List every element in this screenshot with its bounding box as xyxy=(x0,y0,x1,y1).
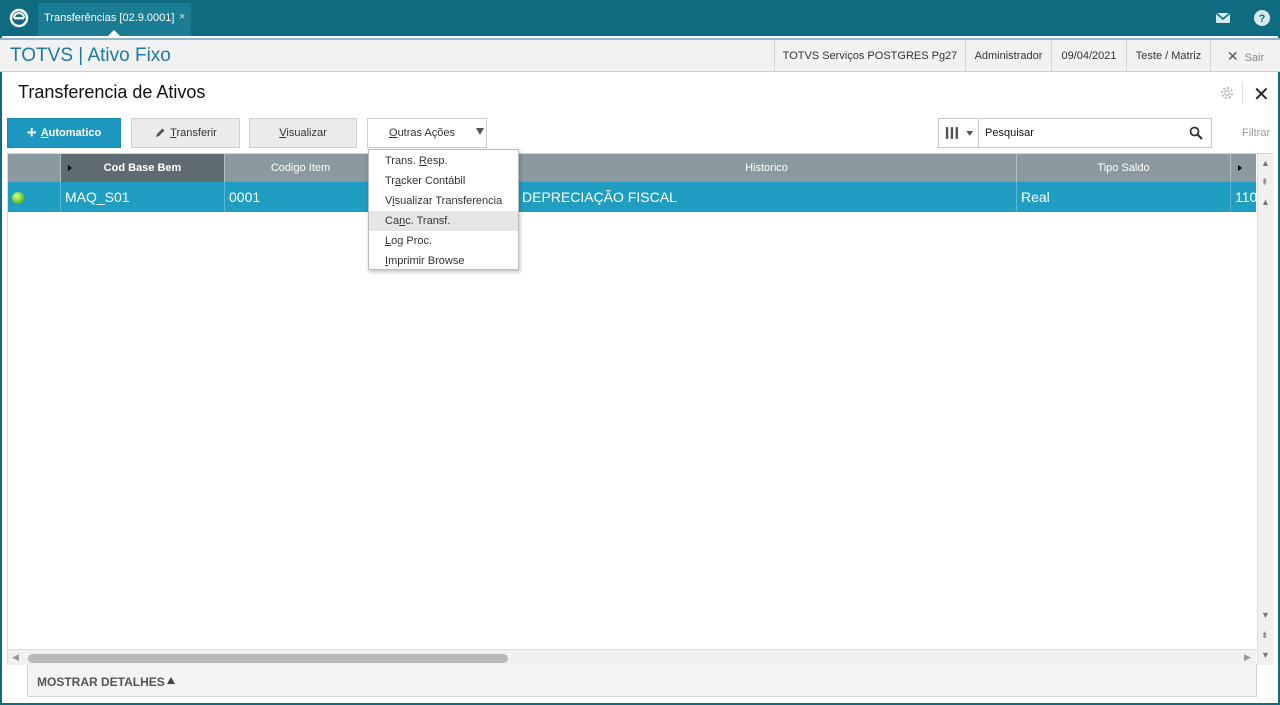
scroll-bottom-icon[interactable]: ▼ xyxy=(1261,650,1270,660)
horizontal-scrollbar[interactable]: ◀ ▶ xyxy=(8,649,1256,665)
columns-icon[interactable] xyxy=(939,119,979,147)
svg-text:?: ? xyxy=(1259,13,1266,25)
label-part: isualizar xyxy=(286,127,327,139)
menu-item[interactable]: Imprimir Browse xyxy=(369,251,518,271)
automatic-button[interactable]: + Automatico xyxy=(7,118,121,148)
mail-icon[interactable] xyxy=(1211,6,1235,30)
menu-item-label: c. Transf. xyxy=(405,215,451,227)
window-frame-left xyxy=(0,36,2,705)
horizontal-scroll-thumb[interactable] xyxy=(28,654,508,663)
menu-item-label: og Proc. xyxy=(391,235,433,247)
transfer-label: Transferir xyxy=(170,127,217,139)
status-cell xyxy=(8,182,61,212)
caret-down-icon xyxy=(476,128,484,135)
user-info: Administrador xyxy=(965,40,1051,72)
scroll-down-icon[interactable]: ▼ xyxy=(1261,610,1270,620)
tab-active-indicator xyxy=(108,30,120,36)
view-button[interactable]: Visualizar xyxy=(249,118,357,148)
close-icon[interactable]: ✕ xyxy=(1253,82,1270,107)
menu-item-label: esp. xyxy=(426,155,448,167)
exit-icon: ✕ xyxy=(1226,48,1239,64)
tab-close-icon[interactable]: × xyxy=(179,11,185,23)
gear-icon[interactable] xyxy=(1219,85,1235,101)
app-title: TOTVS | Ativo Fixo xyxy=(10,45,171,66)
menu-item-label: sualizar Transferencia xyxy=(394,195,503,207)
pencil-icon xyxy=(156,128,165,137)
sort-indicator-icon xyxy=(68,165,72,171)
top-bar: Transferências [02.9.0001] × ? xyxy=(0,0,1280,36)
menu-item[interactable]: Log Proc. xyxy=(369,231,518,251)
grid-header: Cod Base Bem Codigo Item Historico Tipo … xyxy=(8,154,1256,182)
date-info: 09/04/2021 xyxy=(1051,40,1126,72)
totvs-logo-icon[interactable] xyxy=(8,7,30,29)
cell-cod-base-bem: MAQ_S01 xyxy=(61,182,225,212)
scroll-page-down-icon[interactable]: ⇟ xyxy=(1261,630,1269,641)
tab-label: Transferências [02.9.0001] xyxy=(44,12,175,24)
page-title: Transferencia de Ativos xyxy=(18,82,206,102)
automatic-label: Automatico xyxy=(41,127,102,139)
column-label: Cod Base Bem xyxy=(103,162,182,174)
branch-info: Teste / Matriz xyxy=(1126,40,1210,72)
details-label: MOSTRAR DETALHES xyxy=(37,675,165,689)
transfer-button[interactable]: Transferir xyxy=(131,118,240,148)
more-actions-dropdown[interactable]: Outras Ações xyxy=(367,118,487,148)
cell-codigo-item: 0001 xyxy=(225,182,377,212)
exit-button[interactable]: ✕ Sair xyxy=(1210,40,1280,72)
menu-item[interactable]: Tracker Contábil xyxy=(369,171,518,191)
column-label: Tipo Saldo xyxy=(1097,162,1150,174)
caret-up-icon xyxy=(167,677,175,684)
scroll-right-arrow-icon[interactable]: ▶ xyxy=(1244,652,1251,663)
header-codigo-item[interactable]: Codigo Item xyxy=(225,154,377,182)
scroll-left-icon[interactable]: ◀ xyxy=(12,652,19,663)
menu-item-label: Tr xyxy=(385,175,395,187)
details-panel-toggle[interactable]: MOSTRAR DETALHES xyxy=(27,665,1257,697)
column-label: Codigo Item xyxy=(270,162,331,174)
header-cod-base-bem[interactable]: Cod Base Bem xyxy=(61,154,225,182)
menu-item-label: Trans. xyxy=(385,155,419,167)
menu-item-accelerator: R xyxy=(418,155,427,167)
automatic-label-rest: utomatico xyxy=(48,127,102,139)
scroll-up-icon[interactable]: ▲ xyxy=(1261,197,1270,207)
column-label: Historico xyxy=(745,162,788,174)
title-separator xyxy=(1242,82,1243,104)
data-grid: Cod Base Bem Codigo Item Historico Tipo … xyxy=(7,153,1273,665)
menu-item[interactable]: Canc. Transf. xyxy=(369,211,518,231)
menu-item[interactable]: Trans. Resp. xyxy=(369,151,518,171)
scroll-page-up-icon[interactable]: ⇞ xyxy=(1261,177,1269,188)
header-next-column[interactable] xyxy=(1231,154,1256,182)
app-header: TOTVS | Ativo Fixo TOTVS Serviços POSTGR… xyxy=(0,38,1280,72)
header-status-column xyxy=(8,154,61,182)
label-accelerator: O xyxy=(389,127,398,139)
menu-item-label: mprimir Browse xyxy=(388,255,465,267)
search-box xyxy=(938,118,1212,148)
search-icon[interactable] xyxy=(1189,126,1203,140)
filter-link[interactable]: Filtrar xyxy=(1242,127,1270,139)
scroll-top-icon[interactable]: ▲ xyxy=(1261,158,1270,168)
exit-label: Sair xyxy=(1244,52,1265,64)
scroll-right-icon xyxy=(1238,165,1242,171)
plus-icon: + xyxy=(26,123,37,142)
help-icon[interactable]: ? xyxy=(1250,6,1274,30)
environment-info: TOTVS Serviços POSTGRES Pg27 xyxy=(774,40,965,72)
search-input[interactable] xyxy=(985,125,1185,141)
status-indicator-icon xyxy=(12,192,24,204)
view-label: Visualizar xyxy=(279,127,327,139)
cell-tipo-saldo: Real xyxy=(1017,182,1231,212)
menu-item-label: Ca xyxy=(385,215,400,227)
menu-item[interactable]: Visualizar Transferencia xyxy=(369,191,518,211)
label-part: utras Ações xyxy=(397,127,456,139)
tab-transferencias[interactable]: Transferências [02.9.0001] × xyxy=(38,3,191,36)
automatic-accelerator: A xyxy=(40,127,49,139)
more-actions-label: Outras Ações xyxy=(389,127,455,139)
table-row[interactable]: MAQ_S01 0001 DEPRECIAÇÃO FISCAL Real 110 xyxy=(8,182,1256,212)
label-part: ransferir xyxy=(176,127,217,139)
header-tipo-saldo[interactable]: Tipo Saldo xyxy=(1017,154,1231,182)
cell-next: 110 xyxy=(1235,189,1256,205)
more-actions-menu: Trans. Resp. Tracker Contábil Visualizar T… xyxy=(368,149,519,270)
vertical-scrollbar[interactable]: ▲ ⇞ ▲ ▼ ⇟ ▼ xyxy=(1257,154,1273,665)
menu-item-label: cker Contábil xyxy=(401,175,466,187)
